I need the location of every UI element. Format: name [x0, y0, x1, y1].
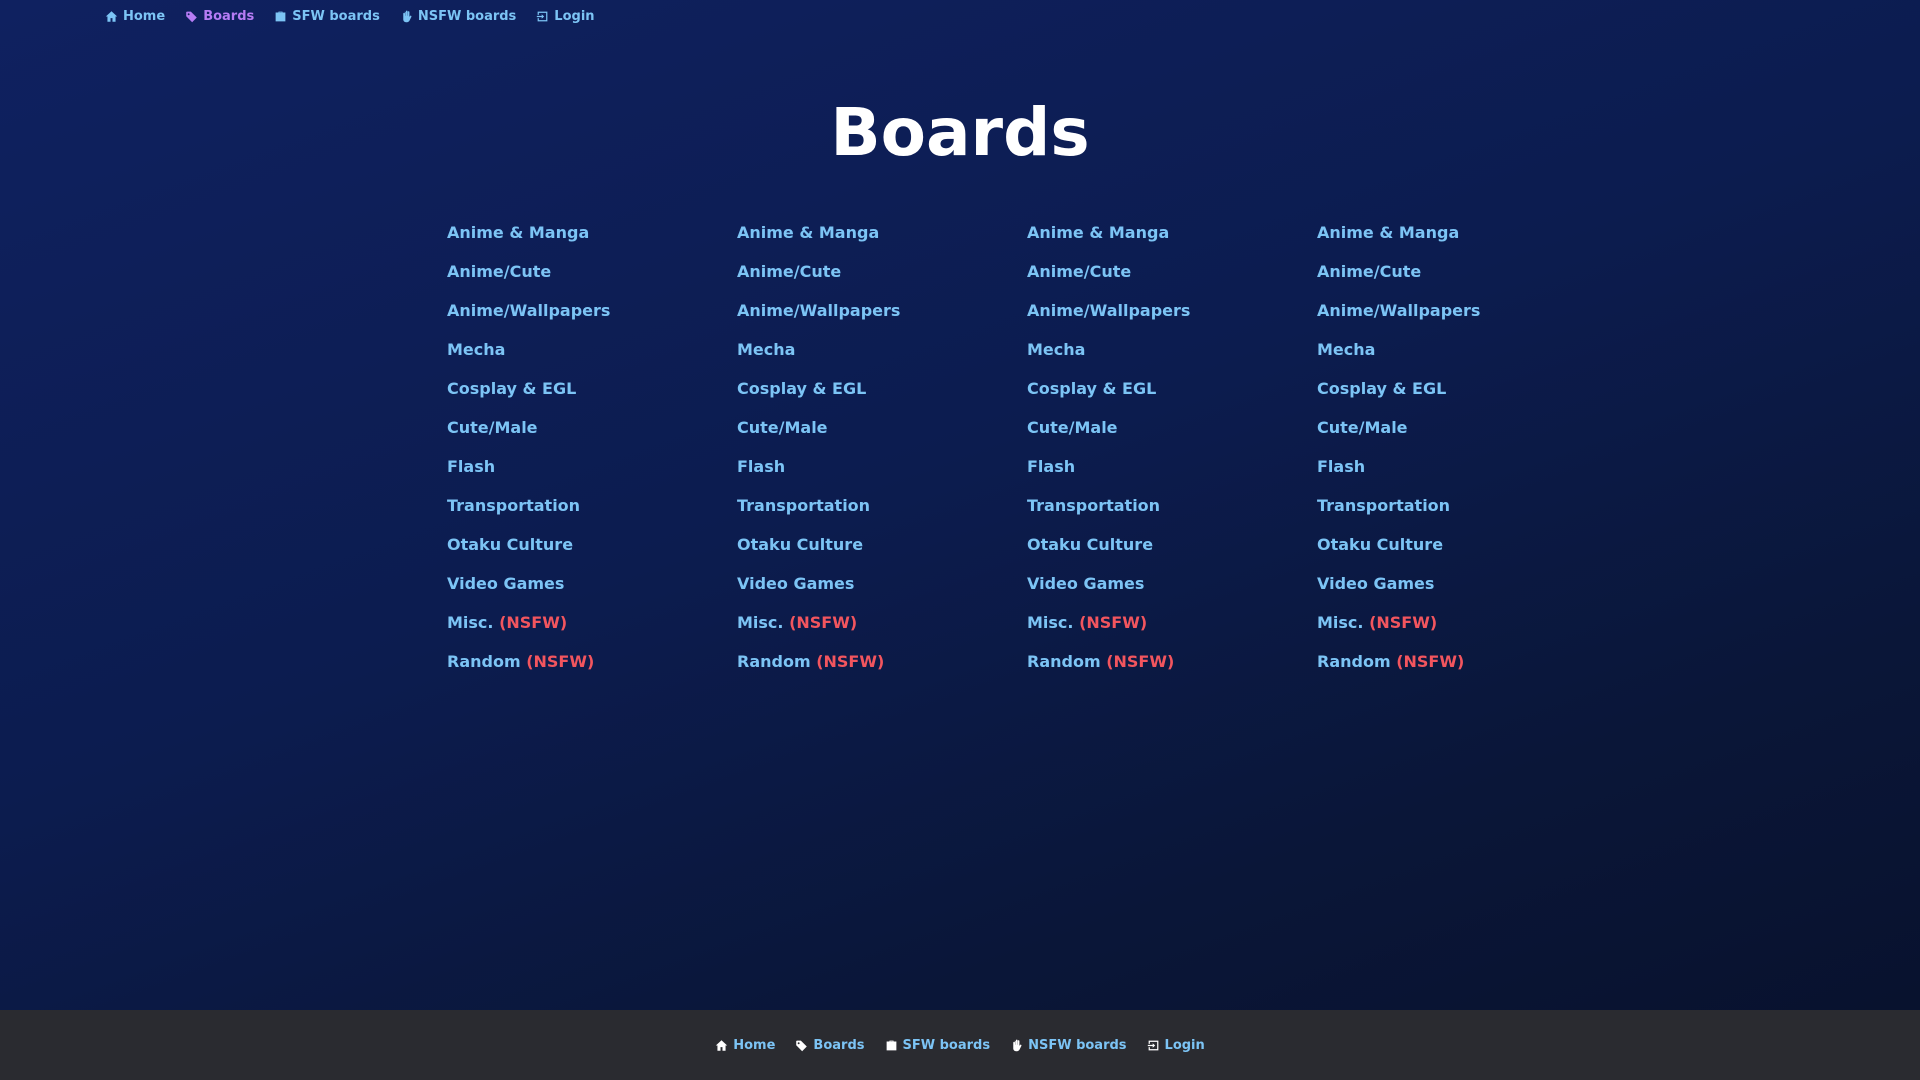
nav-login-link[interactable]: Login [536, 9, 595, 24]
board-link-misc[interactable]: Misc. (NSFW) [1317, 611, 1607, 650]
board-link-cute-male[interactable]: Cute/Male [737, 416, 1027, 455]
footer: Home Boards SFW boards NSFW boards Login [0, 1010, 1920, 1080]
nsfw-tag: (NSFW) [816, 652, 885, 671]
tag-icon [795, 1039, 808, 1052]
board-link-flash[interactable]: Flash [1317, 455, 1607, 494]
board-link-flash[interactable]: Flash [447, 455, 737, 494]
board-link-transportation[interactable]: Transportation [1317, 494, 1607, 533]
board-link-cosplay-egl[interactable]: Cosplay & EGL [447, 377, 737, 416]
board-link-anime-cute[interactable]: Anime/Cute [1317, 260, 1607, 299]
board-link-random[interactable]: Random (NSFW) [1027, 650, 1317, 689]
footer-nsfw-boards-label: NSFW boards [1028, 1037, 1127, 1053]
nav-nsfw-boards-link[interactable]: NSFW boards [400, 9, 516, 24]
nav-nsfw-boards-label: NSFW boards [417, 9, 517, 24]
board-link-video-games[interactable]: Video Games [447, 572, 737, 611]
board-link-anime-manga[interactable]: Anime & Manga [737, 221, 1027, 260]
board-link-anime-wallpapers[interactable]: Anime/Wallpapers [1317, 299, 1607, 338]
hand-icon [1010, 1039, 1023, 1052]
board-link-anime-cute[interactable]: Anime/Cute [737, 260, 1027, 299]
board-link-misc[interactable]: Misc. (NSFW) [447, 611, 737, 650]
nsfw-tag: (NSFW) [1396, 652, 1465, 671]
nav-home-label: Home [123, 9, 166, 24]
board-link-anime-cute[interactable]: Anime/Cute [1027, 260, 1317, 299]
board-link-cosplay-egl[interactable]: Cosplay & EGL [1317, 377, 1607, 416]
board-link-anime-wallpapers[interactable]: Anime/Wallpapers [737, 299, 1027, 338]
board-link-cute-male[interactable]: Cute/Male [1317, 416, 1607, 455]
nav-home-link[interactable]: Home [105, 9, 165, 24]
nsfw-tag: (NSFW) [1079, 613, 1148, 632]
board-link-anime-manga[interactable]: Anime & Manga [1317, 221, 1607, 260]
boards-grid: Anime & Manga Anime/Cute Anime/Wallpaper… [447, 221, 1607, 689]
nsfw-tag: (NSFW) [499, 613, 568, 632]
board-link-otaku-culture[interactable]: Otaku Culture [1317, 533, 1607, 572]
nsfw-tag: (NSFW) [1369, 613, 1438, 632]
board-link-otaku-culture[interactable]: Otaku Culture [447, 533, 737, 572]
nav-sfw-boards-label: SFW boards [292, 9, 380, 24]
footer-sfw-boards-link[interactable]: SFW boards [885, 1037, 991, 1053]
board-link-anime-manga[interactable]: Anime & Manga [1027, 221, 1317, 260]
board-link-video-games[interactable]: Video Games [1027, 572, 1317, 611]
board-link-flash[interactable]: Flash [737, 455, 1027, 494]
nsfw-tag: (NSFW) [1106, 652, 1175, 671]
footer-boards-link[interactable]: Boards [795, 1037, 865, 1053]
board-link-misc[interactable]: Misc. (NSFW) [737, 611, 1027, 650]
hand-icon [400, 10, 413, 23]
board-link-cute-male[interactable]: Cute/Male [447, 416, 737, 455]
briefcase-icon [274, 10, 287, 23]
board-link-transportation[interactable]: Transportation [1027, 494, 1317, 533]
boards-column: Anime & Manga Anime/Cute Anime/Wallpaper… [1317, 221, 1607, 689]
footer-login-label: Login [1164, 1037, 1205, 1053]
board-link-otaku-culture[interactable]: Otaku Culture [737, 533, 1027, 572]
login-icon [536, 10, 549, 23]
board-link-cute-male[interactable]: Cute/Male [1027, 416, 1317, 455]
board-link-mecha[interactable]: Mecha [737, 338, 1027, 377]
board-link-flash[interactable]: Flash [1027, 455, 1317, 494]
nav-boards-label: Boards [203, 9, 255, 24]
board-link-cosplay-egl[interactable]: Cosplay & EGL [1027, 377, 1317, 416]
board-link-random[interactable]: Random (NSFW) [737, 650, 1027, 689]
boards-column: Anime & Manga Anime/Cute Anime/Wallpaper… [447, 221, 737, 689]
board-link-anime-manga[interactable]: Anime & Manga [447, 221, 737, 260]
page-title: Boards [830, 94, 1090, 171]
footer-boards-label: Boards [813, 1037, 865, 1053]
board-link-mecha[interactable]: Mecha [447, 338, 737, 377]
footer-sfw-boards-label: SFW boards [902, 1037, 991, 1053]
top-nav: Home Boards SFW boards NSFW boards Login [105, 9, 595, 24]
footer-home-link[interactable]: Home [715, 1038, 775, 1053]
briefcase-icon [885, 1039, 898, 1052]
nav-boards-link[interactable]: Boards [185, 9, 254, 24]
board-link-anime-wallpapers[interactable]: Anime/Wallpapers [1027, 299, 1317, 338]
board-link-otaku-culture[interactable]: Otaku Culture [1027, 533, 1317, 572]
board-link-video-games[interactable]: Video Games [1317, 572, 1607, 611]
footer-nav: Home Boards SFW boards NSFW boards Login [715, 1038, 1205, 1053]
board-link-anime-cute[interactable]: Anime/Cute [447, 260, 737, 299]
nav-login-label: Login [554, 9, 595, 24]
board-link-anime-wallpapers[interactable]: Anime/Wallpapers [447, 299, 737, 338]
footer-login-link[interactable]: Login [1147, 1038, 1205, 1053]
board-link-random[interactable]: Random (NSFW) [447, 650, 737, 689]
nsfw-tag: (NSFW) [789, 613, 858, 632]
board-link-cosplay-egl[interactable]: Cosplay & EGL [737, 377, 1027, 416]
board-link-video-games[interactable]: Video Games [737, 572, 1027, 611]
footer-nsfw-boards-link[interactable]: NSFW boards [1010, 1037, 1127, 1053]
login-icon [1147, 1039, 1160, 1052]
tag-icon [185, 10, 198, 23]
boards-column: Anime & Manga Anime/Cute Anime/Wallpaper… [737, 221, 1027, 689]
board-link-misc[interactable]: Misc. (NSFW) [1027, 611, 1317, 650]
home-icon [715, 1039, 728, 1052]
board-link-transportation[interactable]: Transportation [737, 494, 1027, 533]
board-link-random[interactable]: Random (NSFW) [1317, 650, 1607, 689]
board-link-transportation[interactable]: Transportation [447, 494, 737, 533]
footer-home-label: Home [733, 1037, 776, 1053]
nav-sfw-boards-link[interactable]: SFW boards [274, 9, 380, 24]
board-link-mecha[interactable]: Mecha [1027, 338, 1317, 377]
home-icon [105, 10, 118, 23]
boards-column: Anime & Manga Anime/Cute Anime/Wallpaper… [1027, 221, 1317, 689]
nsfw-tag: (NSFW) [526, 652, 595, 671]
board-link-mecha[interactable]: Mecha [1317, 338, 1607, 377]
